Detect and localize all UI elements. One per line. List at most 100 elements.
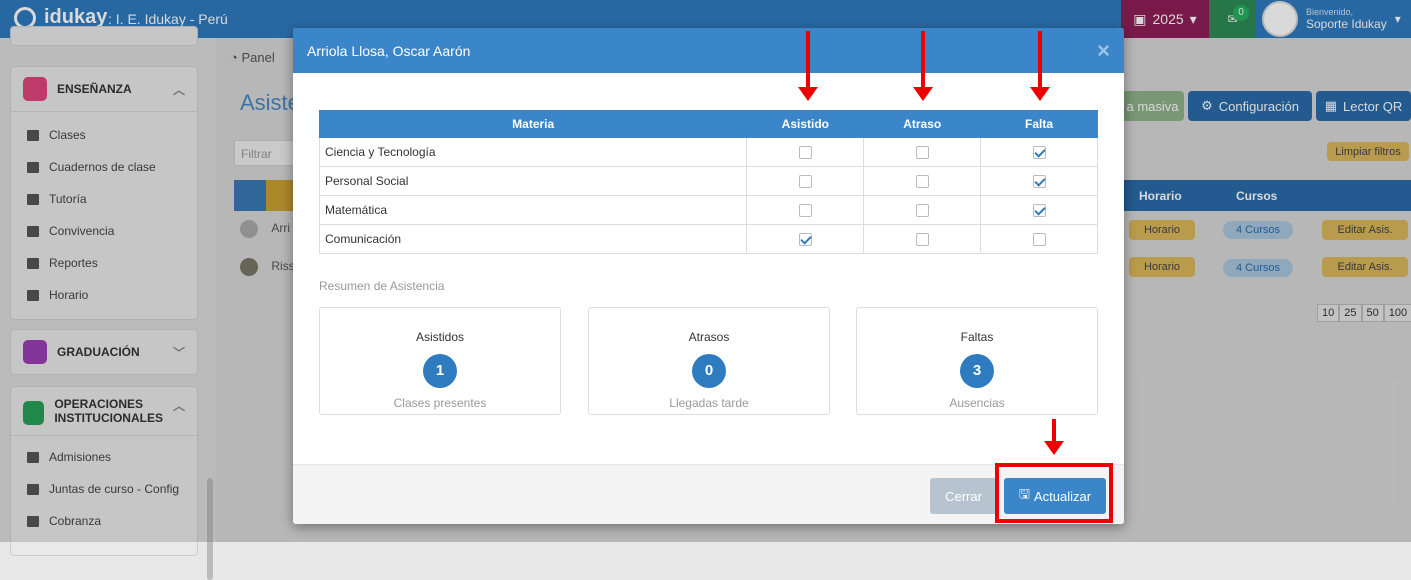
- mail-count-badge: 0: [1233, 5, 1249, 21]
- card-subtitle: Ausencias: [949, 396, 1005, 410]
- sidebar-item-label: Cuadernos de clase: [49, 160, 156, 174]
- avatar: [240, 220, 258, 238]
- limpiar-filtros-button[interactable]: Limpiar filtros: [1327, 142, 1409, 161]
- sidebar-scrollbar[interactable]: [207, 478, 213, 580]
- card-title: Asistidos: [415, 330, 465, 344]
- table-header-right: Horario Cursos: [1106, 180, 1411, 211]
- cursos-badge[interactable]: 4 Cursos: [1223, 259, 1293, 277]
- sidebar-item-convivencia[interactable]: Convivencia: [11, 215, 197, 247]
- atraso-checkbox[interactable]: [915, 175, 929, 189]
- card-subtitle: Clases presentes: [393, 396, 487, 410]
- attendance-row: Personal Social: [318, 166, 1098, 196]
- annotation-arrow-actualizar: [1044, 419, 1064, 455]
- asistido-checkbox[interactable]: [798, 233, 812, 247]
- attendance-row: Ciencia y Tecnología: [318, 137, 1098, 167]
- sidebar-item-cuadernos[interactable]: Cuadernos de clase: [11, 151, 197, 183]
- asistido-cell: [746, 195, 865, 225]
- atraso-checkbox[interactable]: [915, 204, 929, 218]
- filter-input[interactable]: Filtrar: [234, 140, 294, 166]
- sidebar-item-admisiones[interactable]: Admisiones: [11, 441, 197, 473]
- editar-asis-button[interactable]: Editar Asis.: [1322, 220, 1408, 240]
- year-selector[interactable]: ▣ 2025 ▾: [1121, 0, 1209, 38]
- falta-cell: [980, 137, 1098, 167]
- sidebar-item-label: Juntas de curso - Config: [49, 482, 180, 496]
- sidebar: ENSEÑANZA ︿ Clases Cuadernos de clase Tut…: [0, 26, 216, 580]
- atraso-checkbox[interactable]: [915, 146, 929, 160]
- table-header-left: [234, 180, 294, 211]
- sidebar-item-tutoria[interactable]: Tutoría: [11, 183, 197, 215]
- messages-button[interactable]: ✉ 0: [1209, 0, 1256, 38]
- annotation-arrow-asistido: [798, 31, 818, 101]
- close-icon[interactable]: ×: [1097, 38, 1110, 64]
- user-menu[interactable]: Bienvenido, Soporte Idukay ▾: [1256, 0, 1411, 38]
- falta-checkbox[interactable]: [1032, 233, 1046, 247]
- sidebar-item-reportes[interactable]: Reportes: [11, 247, 197, 279]
- list-icon: [27, 225, 39, 237]
- section-header-graduacion[interactable]: GRADUACIÓN ﹀: [11, 330, 197, 374]
- atraso-checkbox[interactable]: [915, 233, 929, 247]
- avatar: [1262, 1, 1298, 37]
- section-header-operaciones[interactable]: OPERACIONES INSTITUCIONALES ︿: [11, 387, 197, 435]
- card-title: Faltas: [960, 330, 994, 344]
- horario-button[interactable]: Horario: [1129, 257, 1195, 277]
- card-subtitle: Llegadas tarde: [669, 396, 749, 410]
- masiva-button[interactable]: a masiva: [1121, 91, 1184, 121]
- materia-cell: Personal Social: [318, 166, 748, 196]
- flask-icon: [27, 129, 39, 141]
- row-name: Arri: [271, 221, 291, 236]
- year-label: 2025: [1152, 11, 1184, 27]
- card-count: 1: [423, 354, 457, 388]
- sidebar-item-horario[interactable]: Horario: [11, 279, 197, 311]
- building-icon: [23, 401, 45, 425]
- sidebar-item-cobranza[interactable]: Cobranza: [11, 505, 197, 537]
- materia-cell: Matemática: [318, 195, 748, 225]
- section-header-ensenanza[interactable]: ENSEÑANZA ︿: [11, 67, 197, 111]
- money-icon: [27, 515, 39, 527]
- section-title: ENSEÑANZA: [57, 82, 132, 96]
- breadcrumb[interactable]: ◔ Panel: [230, 50, 275, 65]
- page-size-10[interactable]: 10: [1317, 304, 1340, 322]
- atraso-cell: [863, 137, 982, 167]
- atraso-cell: [863, 166, 982, 196]
- lector-qr-button[interactable]: ▦ Lector QR: [1316, 91, 1411, 121]
- attendance-row: Comunicación: [318, 224, 1098, 254]
- sidebar-item-label: Admisiones: [49, 450, 112, 464]
- asistido-cell: [746, 137, 865, 167]
- sidebar-item-label: Clases: [49, 128, 86, 142]
- editar-asis-button[interactable]: Editar Asis.: [1322, 257, 1408, 277]
- col-atraso: Atraso: [863, 110, 982, 138]
- configuracion-label: Configuración: [1218, 98, 1299, 114]
- chevron-down-icon: ﹀: [172, 345, 185, 360]
- table-row[interactable]: Riss: [240, 258, 295, 276]
- asistido-checkbox[interactable]: [798, 175, 812, 189]
- cerrar-button[interactable]: Cerrar: [930, 478, 997, 514]
- falta-cell: [980, 195, 1098, 225]
- falta-checkbox[interactable]: [1032, 146, 1046, 160]
- asistido-checkbox[interactable]: [798, 204, 812, 218]
- col-asistido: Asistido: [746, 110, 865, 138]
- horario-button[interactable]: Horario: [1129, 220, 1195, 240]
- sidebar-item-clases[interactable]: Clases: [11, 119, 197, 151]
- page-size-25[interactable]: 25: [1339, 304, 1362, 322]
- asistido-checkbox[interactable]: [798, 146, 812, 160]
- sidebar-section-top: [10, 26, 198, 46]
- sidebar-item-juntas[interactable]: Juntas de curso - Config: [11, 473, 197, 505]
- falta-checkbox[interactable]: [1032, 175, 1046, 189]
- sidebar-section-operaciones: OPERACIONES INSTITUCIONALES ︿ Admisiones …: [10, 386, 198, 556]
- page-size-50[interactable]: 50: [1361, 304, 1384, 322]
- table-row[interactable]: Arri: [240, 220, 290, 238]
- chevron-up-icon: ︿: [172, 82, 185, 97]
- sidebar-section-ensenanza: ENSEÑANZA ︿ Clases Cuadernos de clase Tut…: [10, 66, 198, 320]
- row-name: Riss: [271, 259, 295, 274]
- thumbs-up-icon: [27, 193, 39, 205]
- cursos-badge[interactable]: 4 Cursos: [1223, 221, 1293, 239]
- atraso-cell: [863, 224, 982, 254]
- annotation-highlight-box: [995, 463, 1113, 523]
- col-materia: Materia: [318, 110, 748, 138]
- page-size-100[interactable]: 100: [1383, 304, 1411, 322]
- lector-label: Lector QR: [1343, 98, 1403, 114]
- falta-checkbox[interactable]: [1032, 204, 1046, 218]
- asistido-cell: [746, 166, 865, 196]
- summary-label: Resumen de Asistencia: [319, 279, 445, 293]
- configuracion-button[interactable]: ⚙ Configuración: [1188, 91, 1312, 121]
